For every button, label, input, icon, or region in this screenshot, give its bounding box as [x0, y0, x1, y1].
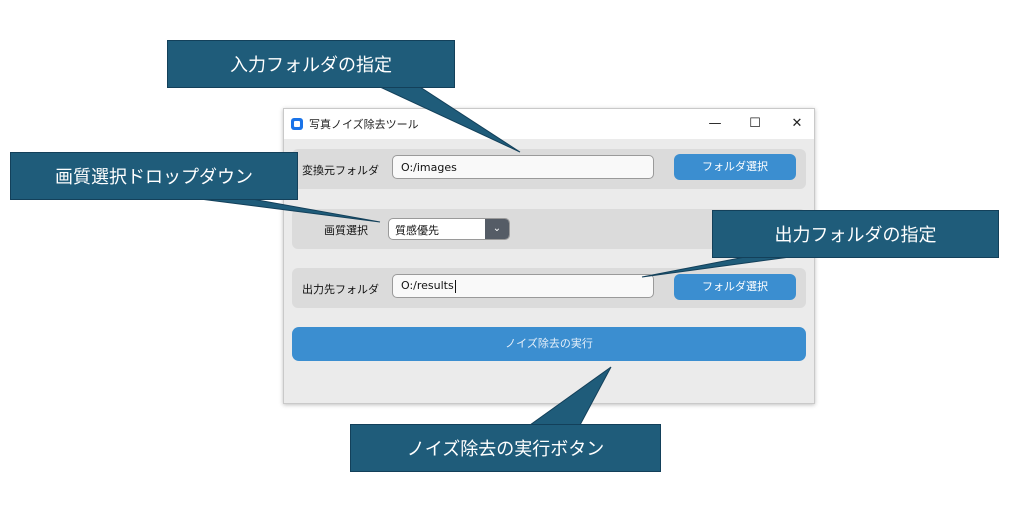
callout-quality-dropdown: 画質選択ドロップダウン	[10, 152, 298, 200]
source-folder-label: 変換元フォルダ	[302, 164, 379, 177]
callout-output-folder: 出力フォルダの指定	[712, 210, 999, 258]
source-folder-select-button[interactable]: フォルダ選択	[674, 154, 796, 180]
output-folder-label: 出力先フォルダ	[302, 283, 379, 296]
run-denoise-button[interactable]: ノイズ除去の実行	[292, 327, 806, 361]
annotated-screenshot: 写真ノイズ除去ツール — ☐ ✕ 変換元フォルダ フォルダ選択 画質選択 質感優…	[0, 0, 1024, 519]
output-folder-input[interactable]: O:/results	[392, 274, 654, 298]
output-folder-row: 出力先フォルダ O:/results フォルダ選択	[292, 268, 806, 308]
close-button[interactable]: ✕	[782, 113, 812, 135]
maximize-button[interactable]: ☐	[740, 113, 770, 135]
app-icon	[291, 118, 303, 130]
source-folder-input[interactable]	[392, 155, 654, 179]
quality-dropdown[interactable]: 質感優先 ⌄	[388, 218, 510, 240]
title-bar: 写真ノイズ除去ツール — ☐ ✕	[284, 109, 814, 139]
text-caret	[454, 279, 456, 293]
output-folder-value: O:/results	[401, 279, 454, 292]
minimize-button[interactable]: —	[700, 113, 730, 135]
window-title: 写真ノイズ除去ツール	[309, 118, 419, 131]
quality-selected-value: 質感優先	[395, 224, 439, 237]
callout-run-button: ノイズ除去の実行ボタン	[350, 424, 661, 472]
chevron-down-icon[interactable]: ⌄	[485, 219, 509, 239]
output-folder-select-button[interactable]: フォルダ選択	[674, 274, 796, 300]
callout-input-folder: 入力フォルダの指定	[167, 40, 455, 88]
quality-label: 画質選択	[324, 224, 368, 237]
source-folder-row: 変換元フォルダ フォルダ選択	[292, 149, 806, 189]
